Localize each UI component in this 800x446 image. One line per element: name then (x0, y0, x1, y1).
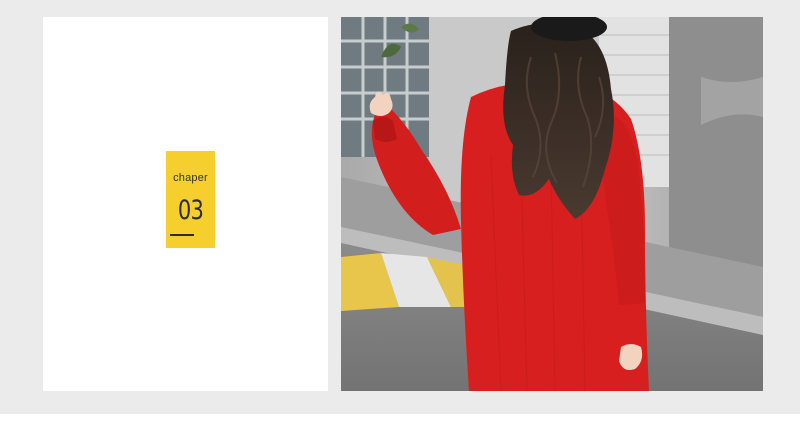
chapter-tag: chaper 03 (166, 151, 215, 248)
product-photo-illustration (341, 17, 763, 391)
chapter-label: chaper (173, 172, 208, 184)
product-photo (341, 17, 763, 391)
chapter-underline (170, 234, 194, 236)
bottom-strip (0, 414, 800, 446)
chapter-number: 03 (177, 195, 204, 226)
